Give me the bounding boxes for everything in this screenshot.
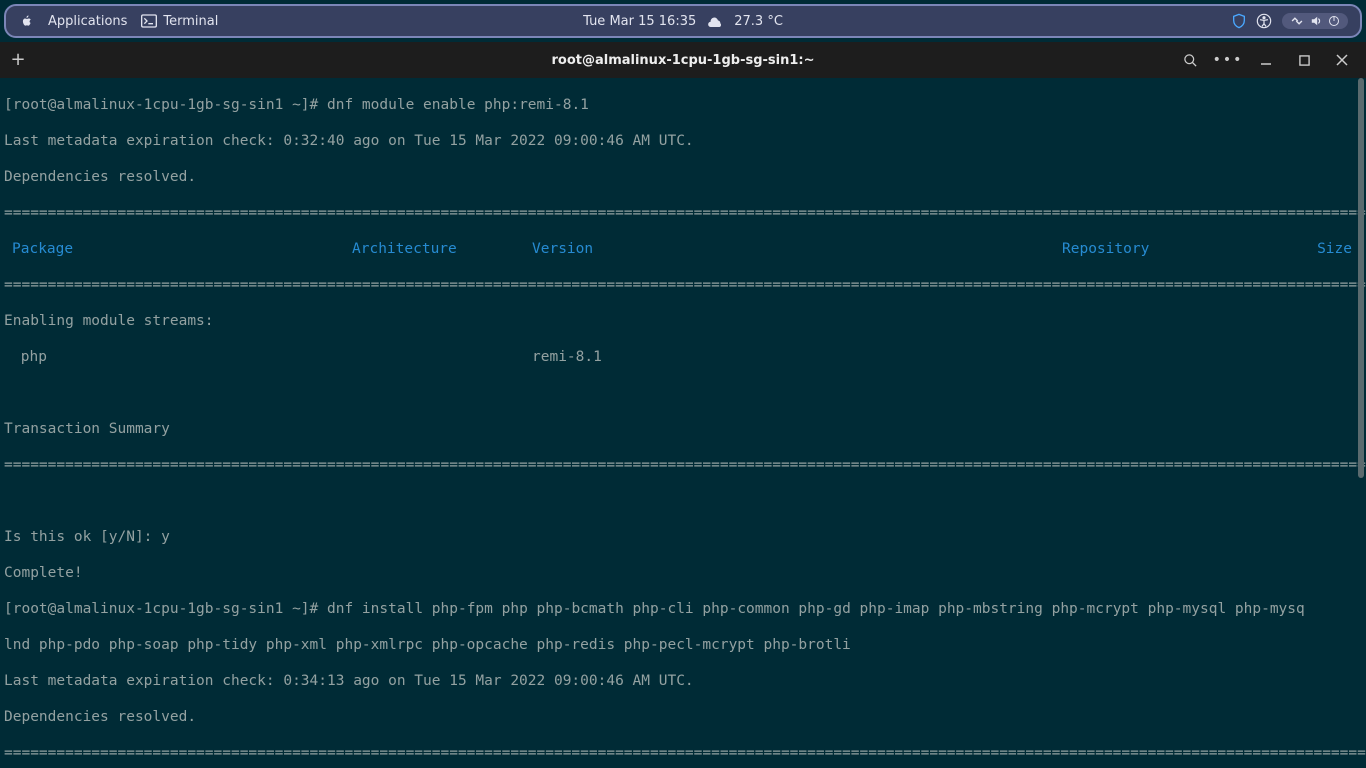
output-line: Last metadata expiration check: 0:32:40 … [4, 132, 1362, 150]
search-icon[interactable] [1182, 52, 1198, 68]
rule-line: ========================================… [4, 276, 1362, 294]
output-line: Transaction Summary [4, 420, 1362, 438]
output-line: Dependencies resolved. [4, 708, 1362, 726]
gnome-top-panel: Applications Terminal Tue Mar 15 16:35 2… [4, 4, 1362, 38]
command-text: lnd php-pdo php-soap php-tidy php-xml ph… [4, 636, 1362, 654]
maximize-button[interactable] [1296, 52, 1312, 68]
volume-icon [1310, 15, 1322, 27]
window-list-terminal[interactable]: Terminal [141, 14, 218, 29]
command-text: dnf module enable php:remi-8.1 [327, 97, 589, 113]
power-icon [1328, 15, 1340, 27]
rule-line: ========================================… [4, 204, 1362, 222]
output-line: Complete! [4, 564, 1362, 582]
applications-menu[interactable]: Applications [48, 14, 127, 29]
accessibility-icon[interactable] [1256, 13, 1272, 29]
weather-temp[interactable]: 27.3 °C [734, 14, 783, 29]
window-header: + root@almalinux-1cpu-1gb-sg-sin1:~ ••• [0, 42, 1366, 79]
shell-prompt: [root@almalinux-1cpu-1gb-sg-sin1 ~]# [4, 601, 327, 617]
window-title: root@almalinux-1cpu-1gb-sg-sin1:~ [551, 53, 814, 68]
output-line: Enabling module streams: [4, 312, 1362, 330]
shell-prompt: [root@almalinux-1cpu-1gb-sg-sin1 ~]# [4, 97, 327, 113]
new-tab-button[interactable]: + [0, 42, 36, 78]
close-button[interactable] [1334, 52, 1350, 68]
rule-line: ========================================… [4, 744, 1362, 762]
module-stream-row: phpremi-8.1 [4, 348, 1362, 366]
terminal-viewport[interactable]: [root@almalinux-1cpu-1gb-sg-sin1 ~]# dnf… [0, 78, 1366, 768]
clock[interactable]: Tue Mar 15 16:35 [583, 14, 696, 29]
output-line: Dependencies resolved. [4, 168, 1362, 186]
window-list-label: Terminal [163, 14, 218, 29]
network-icon [1290, 15, 1304, 27]
output-line: Last metadata expiration check: 0:34:13 … [4, 672, 1362, 690]
weather-icon [706, 14, 724, 28]
terminal-icon [141, 14, 157, 28]
scrollbar-thumb[interactable] [1358, 78, 1364, 478]
rule-line: ========================================… [4, 456, 1362, 474]
system-tray[interactable] [1282, 13, 1348, 29]
minimize-button[interactable] [1258, 52, 1274, 68]
command-text: dnf install php-fpm php php-bcmath php-c… [327, 601, 1305, 617]
table-header: PackageArchitectureVersionRepositorySize [4, 240, 1362, 258]
menu-icon[interactable]: ••• [1220, 52, 1236, 68]
apple-icon[interactable] [20, 14, 34, 28]
shield-icon[interactable] [1232, 13, 1246, 29]
output-line: Is this ok [y/N]: y [4, 528, 1362, 546]
